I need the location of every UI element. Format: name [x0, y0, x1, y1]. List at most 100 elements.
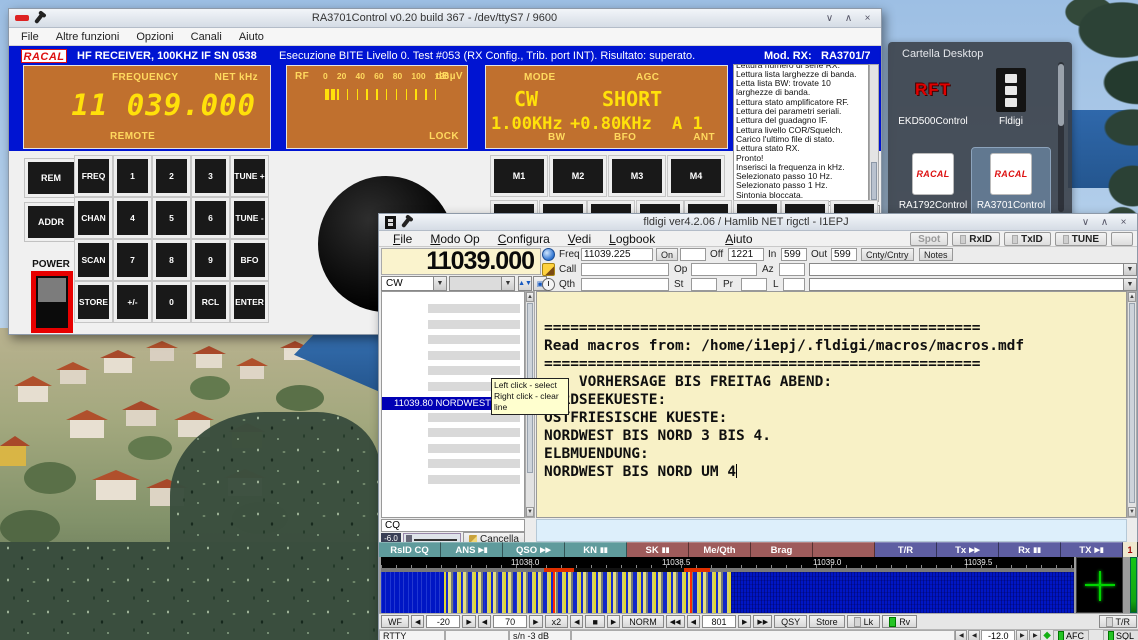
wf-control-[interactable]: ▶ [529, 615, 542, 628]
macro-button-t-r[interactable]: T/R [875, 542, 937, 557]
addr-button[interactable]: ADDR [25, 203, 77, 241]
wf-control-rv[interactable]: Rv [882, 615, 917, 628]
browser-channel-slot[interactable] [428, 444, 520, 453]
qth-input[interactable] [581, 278, 669, 291]
keypad-button-3[interactable]: 3 [192, 156, 229, 196]
keypad-button-CHAN[interactable]: CHAN [75, 198, 112, 238]
close-icon[interactable]: × [1116, 217, 1131, 228]
chevron-down-icon[interactable] [433, 277, 446, 290]
fldigi-menu-logbook[interactable]: Logbook [609, 232, 655, 246]
maximize-icon[interactable]: ∧ [841, 13, 856, 24]
txid-button[interactable]: TxID [1004, 232, 1051, 246]
browser-channel-slot[interactable] [428, 475, 520, 484]
chevron-down-icon[interactable] [1123, 279, 1136, 290]
desktop-icon-ekd500control[interactable]: RFTEKD500Control [894, 64, 972, 148]
minimize-icon[interactable]: ∨ [1078, 217, 1093, 228]
nav-arrow-icon[interactable]: ▶ [1016, 630, 1028, 640]
memory-button-m1[interactable]: M1 [491, 156, 547, 196]
status-mode[interactable]: RTTY [379, 630, 445, 640]
wf-control-[interactable]: ◀ [478, 615, 491, 628]
macro-button-sk[interactable]: SK▮▮ [627, 542, 689, 557]
waterfall-display[interactable] [381, 572, 1074, 613]
notes-combo[interactable] [809, 278, 1137, 291]
scroll-up-icon[interactable]: ▲ [526, 292, 534, 302]
wf-control-[interactable]: ◀ [411, 615, 424, 628]
nav-arrow-icon[interactable]: ◀ [955, 630, 967, 640]
op-input[interactable] [691, 263, 757, 276]
memory-button-m4[interactable]: M4 [668, 156, 724, 196]
globe-icon[interactable] [542, 248, 555, 261]
az-input[interactable] [779, 263, 805, 276]
racal-status-log[interactable]: Lettura numero di serie RX.Lettura lista… [733, 64, 869, 202]
chevron-down-icon[interactable] [501, 277, 514, 290]
fldigi-menu-configura[interactable]: Configura [498, 232, 550, 246]
wf-control-[interactable]: ◀◀ [666, 615, 685, 628]
rx-text-panel[interactable]: ========================================… [536, 291, 1127, 518]
st-input[interactable] [691, 278, 717, 291]
fldigi-menu-aiuto[interactable]: Aiuto [725, 232, 752, 246]
racal-menu-altre-funzioni[interactable]: Altre funzioni [56, 31, 120, 43]
power-switch[interactable] [31, 271, 73, 333]
keypad-button-5[interactable]: 5 [153, 198, 190, 238]
pin-icon[interactable] [34, 12, 44, 23]
wf-control-[interactable]: ■ [585, 615, 604, 628]
racal-menu-file[interactable]: File [21, 31, 39, 43]
wf-control-[interactable]: ◀ [687, 615, 700, 628]
macro-button-kn[interactable]: KN▮▮ [565, 542, 627, 557]
notes-button[interactable]: Notes [919, 248, 953, 261]
maximize-icon[interactable]: ∧ [1097, 217, 1112, 228]
wf-control-801[interactable]: 801 [702, 615, 736, 628]
racal-menu-opzioni[interactable]: Opzioni [136, 31, 173, 43]
keypad-button-TUNE-[interactable]: TUNE - [231, 198, 268, 238]
fldigi-menu-file[interactable]: File [393, 232, 412, 246]
macro-page-button[interactable]: 1 [1123, 542, 1137, 557]
macro-button-brag[interactable]: Brag [751, 542, 813, 557]
wf-control-tr[interactable]: T/R [1099, 615, 1138, 628]
rst-out-input[interactable] [831, 248, 857, 261]
reverse-button[interactable]: ▲▼ [518, 276, 532, 291]
wf-control-[interactable]: ▶ [607, 615, 620, 628]
wf-control-lk[interactable]: Lk [847, 615, 881, 628]
wf-control-norm[interactable]: NORM [622, 615, 664, 628]
keypad-button-0[interactable]: 0 [153, 282, 190, 322]
fldigi-menu-vedi[interactable]: Vedi [568, 232, 591, 246]
nav-arrow-icon[interactable]: ◀ [968, 630, 980, 640]
keypad-button-BFO[interactable]: BFO [231, 240, 268, 280]
macro-button-empty[interactable] [813, 542, 875, 557]
sql-toggle[interactable]: SQL [1103, 630, 1138, 640]
rxid-button[interactable]: RxID [952, 232, 1000, 246]
keypad-button-7[interactable]: 7 [114, 240, 151, 280]
macro-button-rx[interactable]: Rx▮▮ [999, 542, 1061, 557]
racal-log-scrollbar[interactable] [869, 64, 879, 202]
scroll-down-icon[interactable]: ▼ [1128, 507, 1136, 517]
desktop-icon-fldigi[interactable]: Fldigi [972, 64, 1050, 148]
wf-control-[interactable]: ▶▶ [753, 615, 772, 628]
keypad-button-SCAN[interactable]: SCAN [75, 240, 112, 280]
macro-button-qso[interactable]: QSO▶▶ [503, 542, 565, 557]
browser-channel-slot[interactable] [428, 320, 520, 329]
submode-combo[interactable] [449, 276, 515, 291]
wf-control-x2[interactable]: x2 [545, 615, 569, 628]
keypad-button-2[interactable]: 2 [153, 156, 190, 196]
time-on-input[interactable] [680, 248, 706, 261]
clock-icon[interactable] [542, 278, 555, 291]
mode-combo[interactable]: CW [381, 276, 447, 291]
memory-button-m3[interactable]: M3 [609, 156, 665, 196]
browser-channel-slot[interactable] [428, 335, 520, 344]
rst-in-input[interactable] [781, 248, 807, 261]
keypad-button-6[interactable]: 6 [192, 198, 229, 238]
macro-button-tx[interactable]: TX▶▮ [1061, 542, 1123, 557]
wf-control-20[interactable]: -20 [426, 615, 460, 628]
wf-control-[interactable]: ◀ [570, 615, 583, 628]
wf-control-wf[interactable]: WF [381, 615, 409, 628]
keypad-button-8[interactable]: 8 [153, 240, 190, 280]
time-off-input[interactable] [728, 248, 764, 261]
wf-control-[interactable]: ▶ [738, 615, 751, 628]
afc-toggle[interactable]: AFC [1053, 630, 1089, 640]
fldigi-frequency-display[interactable]: 11039.000 [381, 248, 541, 275]
keypad-button-STORE[interactable]: STORE [75, 282, 112, 322]
browser-channel-slot[interactable] [428, 366, 520, 375]
loc-input[interactable] [783, 278, 805, 291]
afc-offset-value[interactable]: -12.0 [981, 630, 1015, 640]
rem-button[interactable]: REM [25, 159, 77, 197]
